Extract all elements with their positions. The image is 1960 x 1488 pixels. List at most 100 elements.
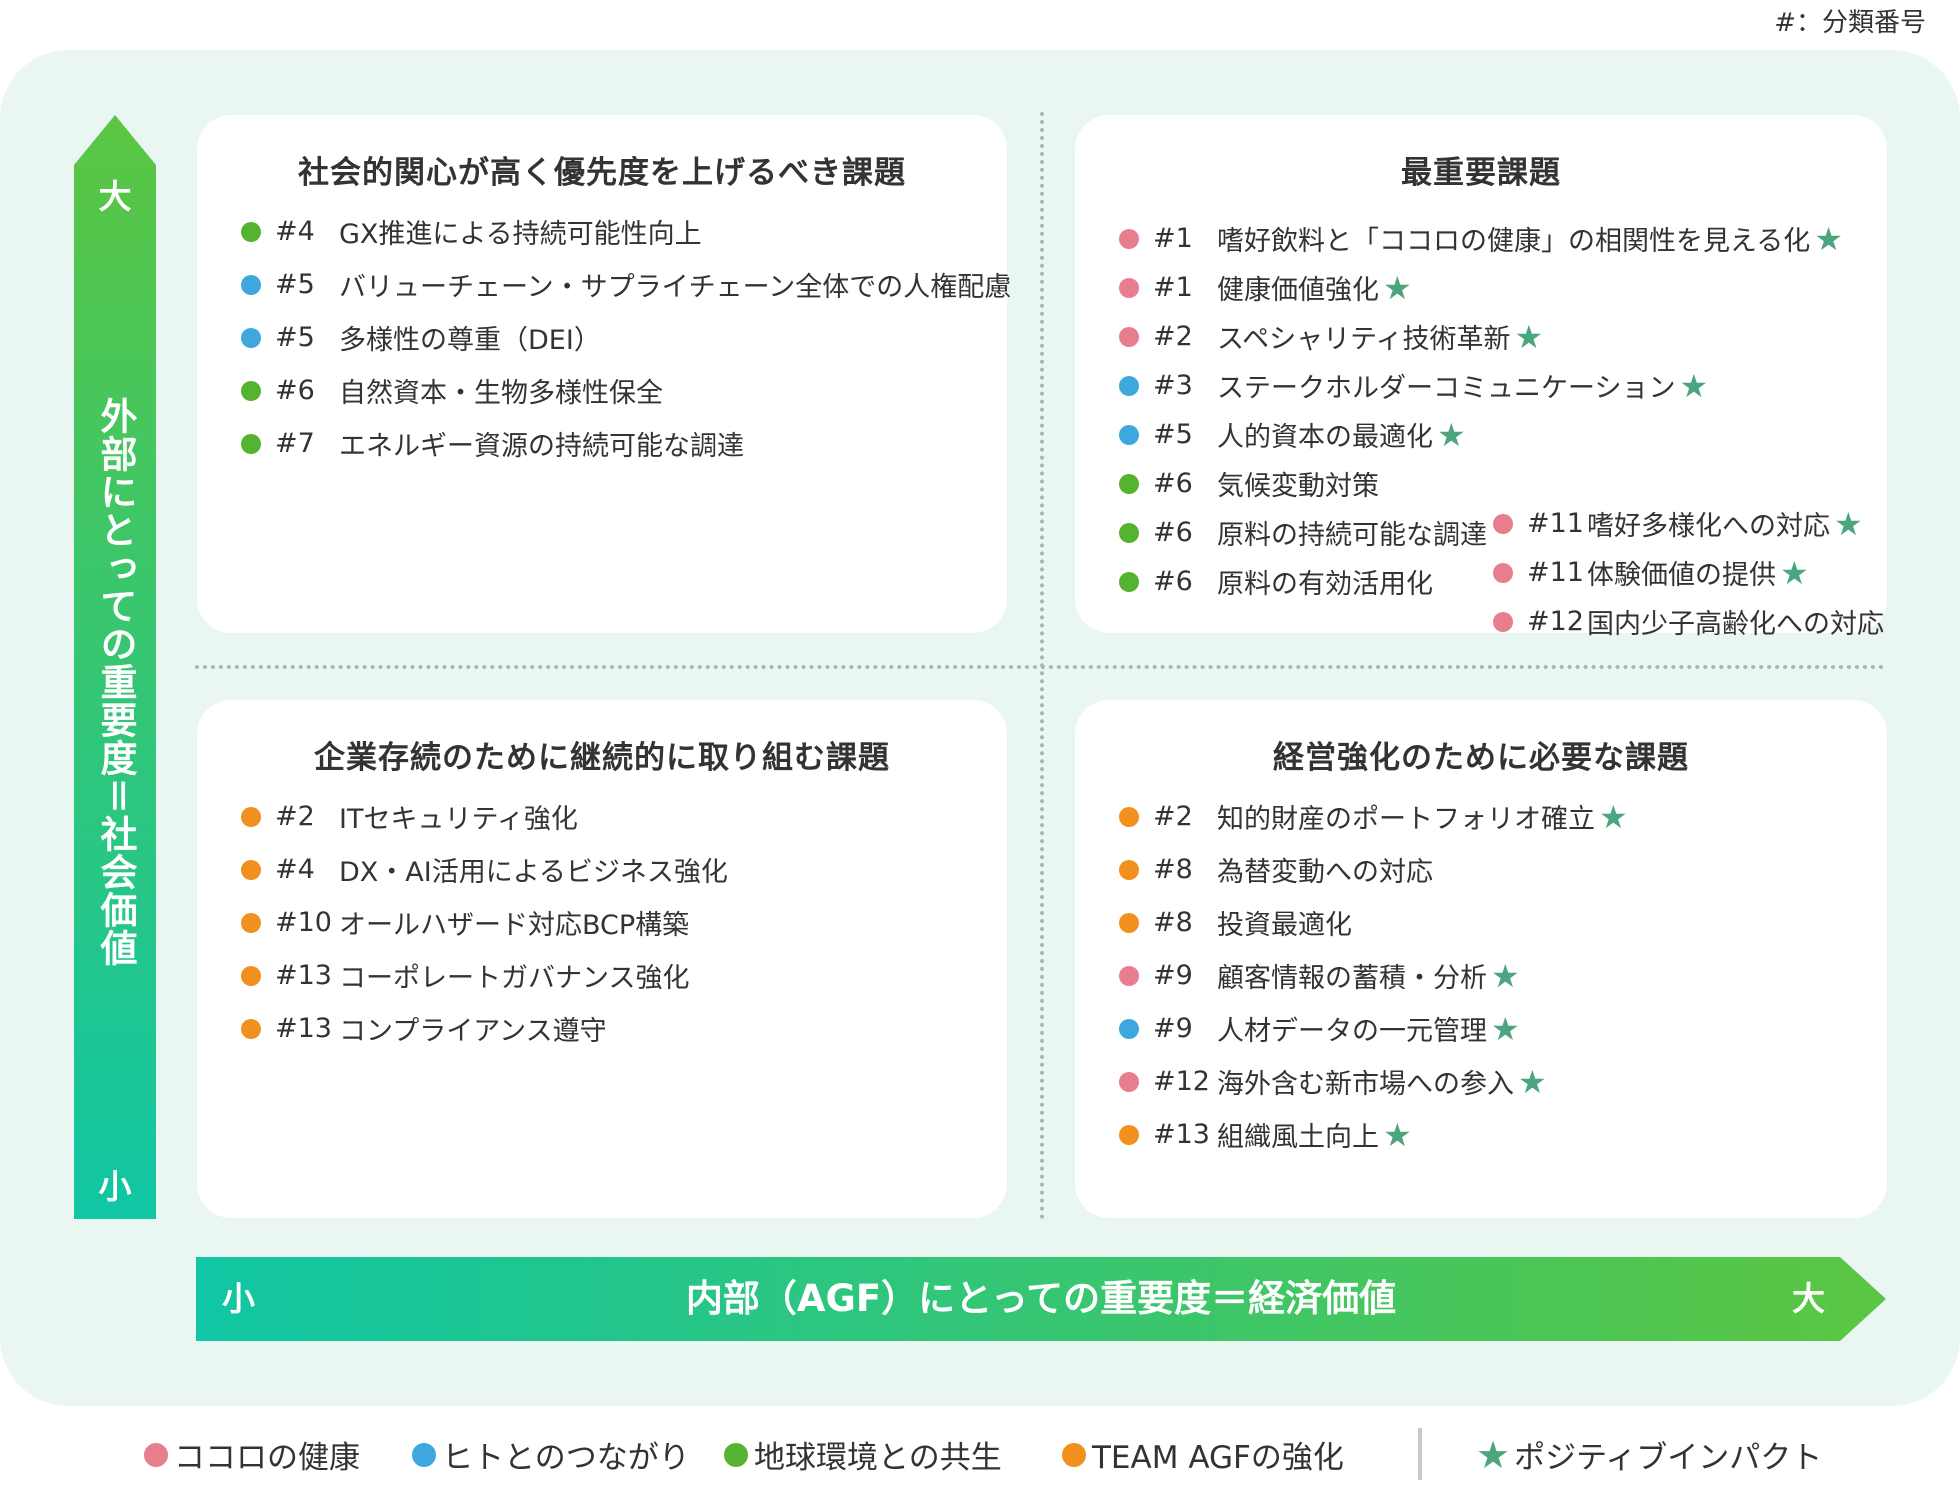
legend-item-earth: 地球環境との共生 <box>724 1432 1002 1477</box>
horizontal-divider <box>195 665 1885 669</box>
category-dot <box>1119 571 1139 592</box>
category-dot <box>1119 859 1139 880</box>
star-icon: ★ <box>1780 553 1809 592</box>
vertical-axis-high: 大 <box>98 177 132 216</box>
star-icon: ★ <box>1383 1115 1412 1154</box>
issue-item: #5 人的資本の最適化 ★ <box>1119 410 1843 459</box>
quadrant-top-left: 社会的関心が高く優先度を上げるべき課題 #4 GX推進による持続可能性向上 #5 バリ… <box>197 115 1011 633</box>
issue-text: ステークホルダーコミュニケーション <box>1217 373 1676 404</box>
issue-number: #5 <box>275 269 315 300</box>
issue-number: #9 <box>1153 1013 1193 1044</box>
legend-dot <box>144 1442 168 1467</box>
category-dot <box>1493 513 1513 534</box>
issue-number: #5 <box>275 322 315 353</box>
issue-number: #2 <box>275 801 315 832</box>
star-icon: ★ <box>1518 1062 1547 1101</box>
issue-text: 顧客情報の蓄積・分析 <box>1217 963 1487 994</box>
category-dot <box>241 1018 261 1039</box>
legend: ココロの健康 ヒトとのつながり 地球環境との共生 TEAM AGFの強化 ★ ポ… <box>0 1428 1960 1488</box>
legend-item-kokoro: ココロの健康 <box>144 1432 360 1477</box>
issue-number: #1 <box>1153 223 1193 254</box>
category-dot <box>1493 611 1513 632</box>
category-dot <box>241 221 261 242</box>
issue-number: #1 <box>1153 272 1193 303</box>
star-icon: ★ <box>1491 956 1520 995</box>
quadrant-title: 最重要課題 <box>1401 155 1561 191</box>
issue-item: #10 オールハザード対応BCP構築 <box>241 896 728 949</box>
category-dot <box>1119 1071 1139 1092</box>
category-dot <box>1119 424 1139 445</box>
category-dot <box>1119 375 1139 396</box>
category-dot <box>241 806 261 827</box>
star-icon: ★ <box>1814 219 1843 258</box>
star-icon: ★ <box>1476 1432 1511 1477</box>
issue-list: #2 ITセキュリティ強化 #4 DX・AI活用によるビジネス強化 #10 オールハザード… <box>241 790 728 1055</box>
issue-number: #2 <box>1153 321 1193 352</box>
issue-text: バリューチェーン・サプライチェーン全体での人権配慮 <box>339 272 1012 303</box>
issue-item: #2 ITセキュリティ強化 <box>241 790 728 843</box>
legend-dot <box>724 1442 748 1467</box>
issue-text: オールハザード対応BCP構築 <box>339 910 690 941</box>
legend-label: ポジティブインパクト <box>1514 1440 1823 1476</box>
issue-list: #4 GX推進による持続可能性向上 #5 バリューチェーン・サプライチェーン全体での人… <box>241 205 1011 470</box>
issue-number: #4 <box>275 854 315 885</box>
issue-text: 海外含む新市場への参入 <box>1217 1069 1514 1100</box>
legend-label: TEAM AGFの強化 <box>1092 1440 1344 1476</box>
issue-text: 自然資本・生物多様性保全 <box>339 378 663 409</box>
category-dot <box>241 274 261 295</box>
category-dot <box>1119 522 1139 543</box>
issue-text: 為替変動への対応 <box>1217 857 1433 888</box>
category-dot <box>241 859 261 880</box>
issue-item: #4 GX推進による持続可能性向上 <box>241 205 1011 258</box>
issue-text: 人材データの一元管理 <box>1217 1016 1487 1047</box>
issue-text: スペシャリティ技術革新 <box>1217 324 1511 355</box>
issue-item: #5 多様性の尊重（DEI） <box>241 311 1011 364</box>
issue-number: #13 <box>275 960 332 991</box>
issue-item: #9 顧客情報の蓄積・分析 ★ <box>1119 949 1628 1002</box>
issue-item: #11 体験価値の提供 ★ <box>1493 548 1884 597</box>
legend-label: 地球環境との共生 <box>754 1440 1002 1476</box>
issue-list-secondary: #11 嗜好多様化への対応 ★ #11 体験価値の提供 ★ #12 国内少子高齢化への対応 <box>1493 499 1884 646</box>
star-icon: ★ <box>1599 797 1628 836</box>
issue-item: #13 組織風土向上 ★ <box>1119 1108 1628 1161</box>
category-dot <box>1119 965 1139 986</box>
issue-text: 体験価値の提供 <box>1587 560 1776 591</box>
issue-number: #8 <box>1153 854 1193 885</box>
category-number-note: #：分類番号 <box>1774 8 1926 38</box>
issue-text: DX・AI活用によるビジネス強化 <box>339 857 728 888</box>
category-dot <box>1119 473 1139 494</box>
horizontal-axis-high: 大 <box>1792 1279 1825 1318</box>
category-dot <box>241 433 261 454</box>
issue-text: 気候変動対策 <box>1217 471 1379 502</box>
quadrant-title: 企業存続のために継続的に取り組む課題 <box>314 740 890 776</box>
issue-number: #2 <box>1153 801 1193 832</box>
issue-text: 嗜好多様化への対応 <box>1587 511 1830 542</box>
star-icon: ★ <box>1437 415 1466 454</box>
category-dot <box>1119 1124 1139 1145</box>
issue-item: #13 コーポレートガバナンス強化 <box>241 949 728 1002</box>
issue-number: #11 <box>1527 557 1584 588</box>
issue-item: #1 健康価値強化 ★ <box>1119 263 1843 312</box>
category-dot <box>241 965 261 986</box>
category-dot <box>1119 228 1139 249</box>
legend-dot <box>412 1442 436 1467</box>
issue-item: #5 バリューチェーン・サプライチェーン全体での人権配慮 <box>241 258 1011 311</box>
issue-item: #6 自然資本・生物多様性保全 <box>241 364 1011 417</box>
issue-text: 人的資本の最適化 <box>1217 422 1433 453</box>
issue-number: #9 <box>1153 960 1193 991</box>
issue-number: #12 <box>1153 1066 1210 1097</box>
issue-list: #2 知的財産のポートフォリオ確立 ★ #8 為替変動への対応 #8 投資最適化 #9 顧客情報… <box>1119 790 1628 1161</box>
issue-number: #7 <box>275 428 315 459</box>
star-icon: ★ <box>1491 1009 1520 1048</box>
quadrant-top-right: 最重要課題 #1 嗜好飲料と「ココロの健康」の相関性を見える化 ★ #1 健康価値強化 ★… <box>1075 115 1887 640</box>
issue-text: 嗜好飲料と「ココロの健康」の相関性を見える化 <box>1217 226 1811 257</box>
vertical-axis-label: 外部にとっての重要度＝社会価値 <box>94 397 137 967</box>
legend-item-team: TEAM AGFの強化 <box>1062 1432 1344 1477</box>
quadrant-bottom-left: 企業存続のために継続的に取り組む課題 #2 ITセキュリティ強化 #4 DX・AI活用… <box>197 700 1007 1218</box>
legend-item-positive-impact: ★ ポジティブインパクト <box>1472 1432 1822 1477</box>
issue-text: 健康価値強化 <box>1217 275 1379 306</box>
issue-text: 知的財産のポートフォリオ確立 <box>1217 804 1595 835</box>
issue-item: #8 投資最適化 <box>1119 896 1628 949</box>
issue-number: #6 <box>1153 566 1193 597</box>
issue-text: 多様性の尊重（DEI） <box>339 325 601 356</box>
